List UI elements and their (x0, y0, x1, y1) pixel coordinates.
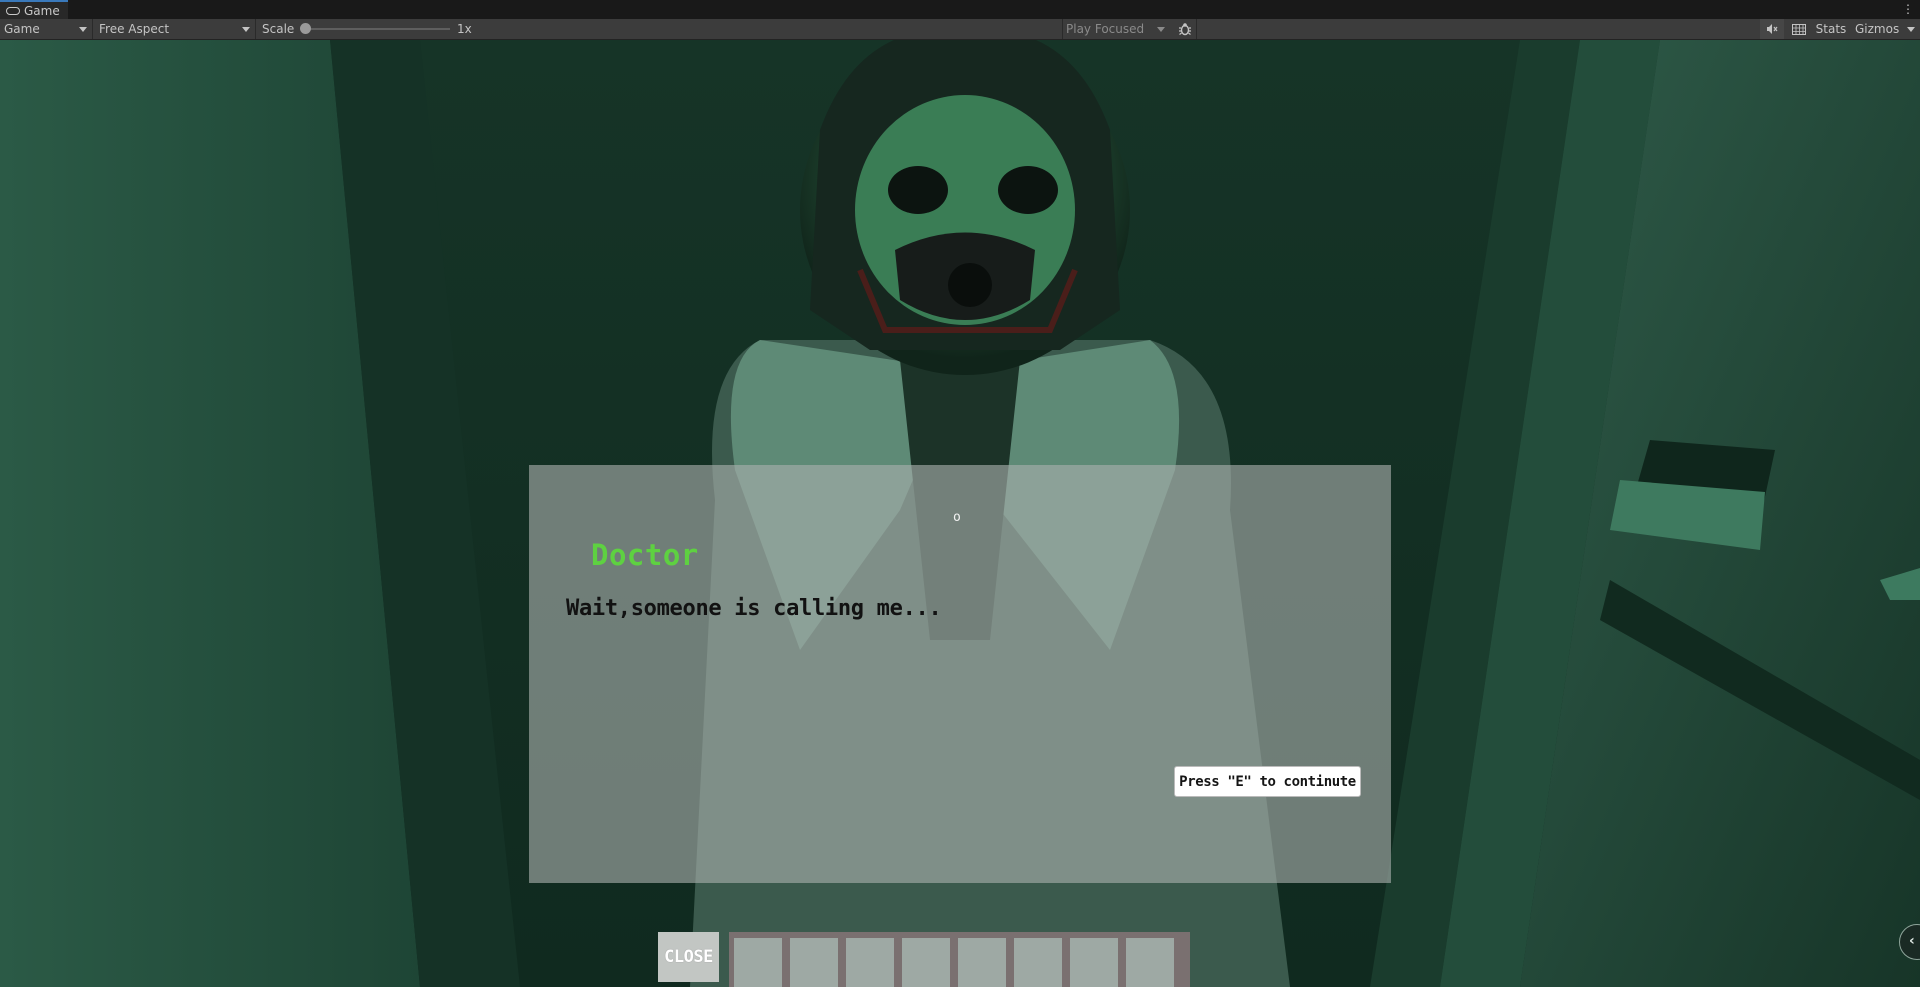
aspect-dropdown[interactable]: Free Aspect (95, 19, 256, 39)
stats-button[interactable]: Stats (1813, 19, 1849, 39)
window-tabbar: Game ⋮ (0, 0, 1920, 19)
inventory-slot[interactable] (902, 938, 950, 987)
keyboard-grid-icon[interactable] (1786, 19, 1812, 39)
stats-label: Stats (1815, 22, 1847, 36)
inventory-slot[interactable] (734, 938, 782, 987)
inventory-slot[interactable] (790, 938, 838, 987)
close-button[interactable]: CLOSE (658, 932, 719, 982)
bug-icon[interactable] (1173, 19, 1197, 39)
tab-game[interactable]: Game (0, 0, 68, 19)
dialogue-panel (529, 465, 1391, 883)
game-toolbar: Game Free Aspect Scale 1x Play Focused S… (0, 19, 1920, 40)
play-mode-dropdown[interactable]: Play Focused (1062, 19, 1170, 39)
close-button-label: CLOSE (664, 947, 713, 967)
continue-prompt-button[interactable]: Press "E" to continute (1174, 766, 1361, 797)
inventory-slot[interactable] (846, 938, 894, 987)
inventory-slot[interactable] (1126, 938, 1174, 987)
scale-value: 1x (457, 22, 472, 36)
scale-label: Scale (262, 22, 295, 36)
gizmos-dropdown[interactable]: Gizmos (1851, 19, 1920, 39)
scale-slider-handle[interactable] (300, 23, 311, 34)
chevron-down-icon (1907, 27, 1915, 32)
chevron-left-icon: ‹ (1909, 933, 1915, 949)
inventory-hotbar (729, 932, 1190, 987)
inventory-slot[interactable] (958, 938, 1006, 987)
scale-slider-track[interactable] (306, 28, 450, 30)
chevron-down-icon (242, 27, 250, 32)
crosshair: o (953, 510, 961, 525)
display-dropdown[interactable]: Game (0, 19, 93, 39)
aspect-dropdown-label: Free Aspect (99, 22, 170, 36)
kebab-menu-icon[interactable]: ⋮ (1902, 2, 1914, 16)
mute-audio-icon[interactable] (1760, 19, 1784, 39)
dialogue-text: Wait,someone is calling me... (566, 596, 942, 621)
display-dropdown-label: Game (4, 22, 40, 36)
gamepad-icon (6, 6, 20, 15)
chevron-down-icon (1157, 27, 1165, 32)
dialogue-speaker-name: Doctor (591, 538, 699, 572)
tab-game-label: Game (24, 3, 60, 18)
inventory-slot[interactable] (1014, 938, 1062, 987)
play-mode-label: Play Focused (1066, 22, 1145, 36)
inventory-slot[interactable] (1070, 938, 1118, 987)
continue-prompt-label: Press "E" to continute (1179, 773, 1356, 790)
gizmos-label: Gizmos (1855, 22, 1900, 36)
chevron-down-icon (79, 27, 87, 32)
